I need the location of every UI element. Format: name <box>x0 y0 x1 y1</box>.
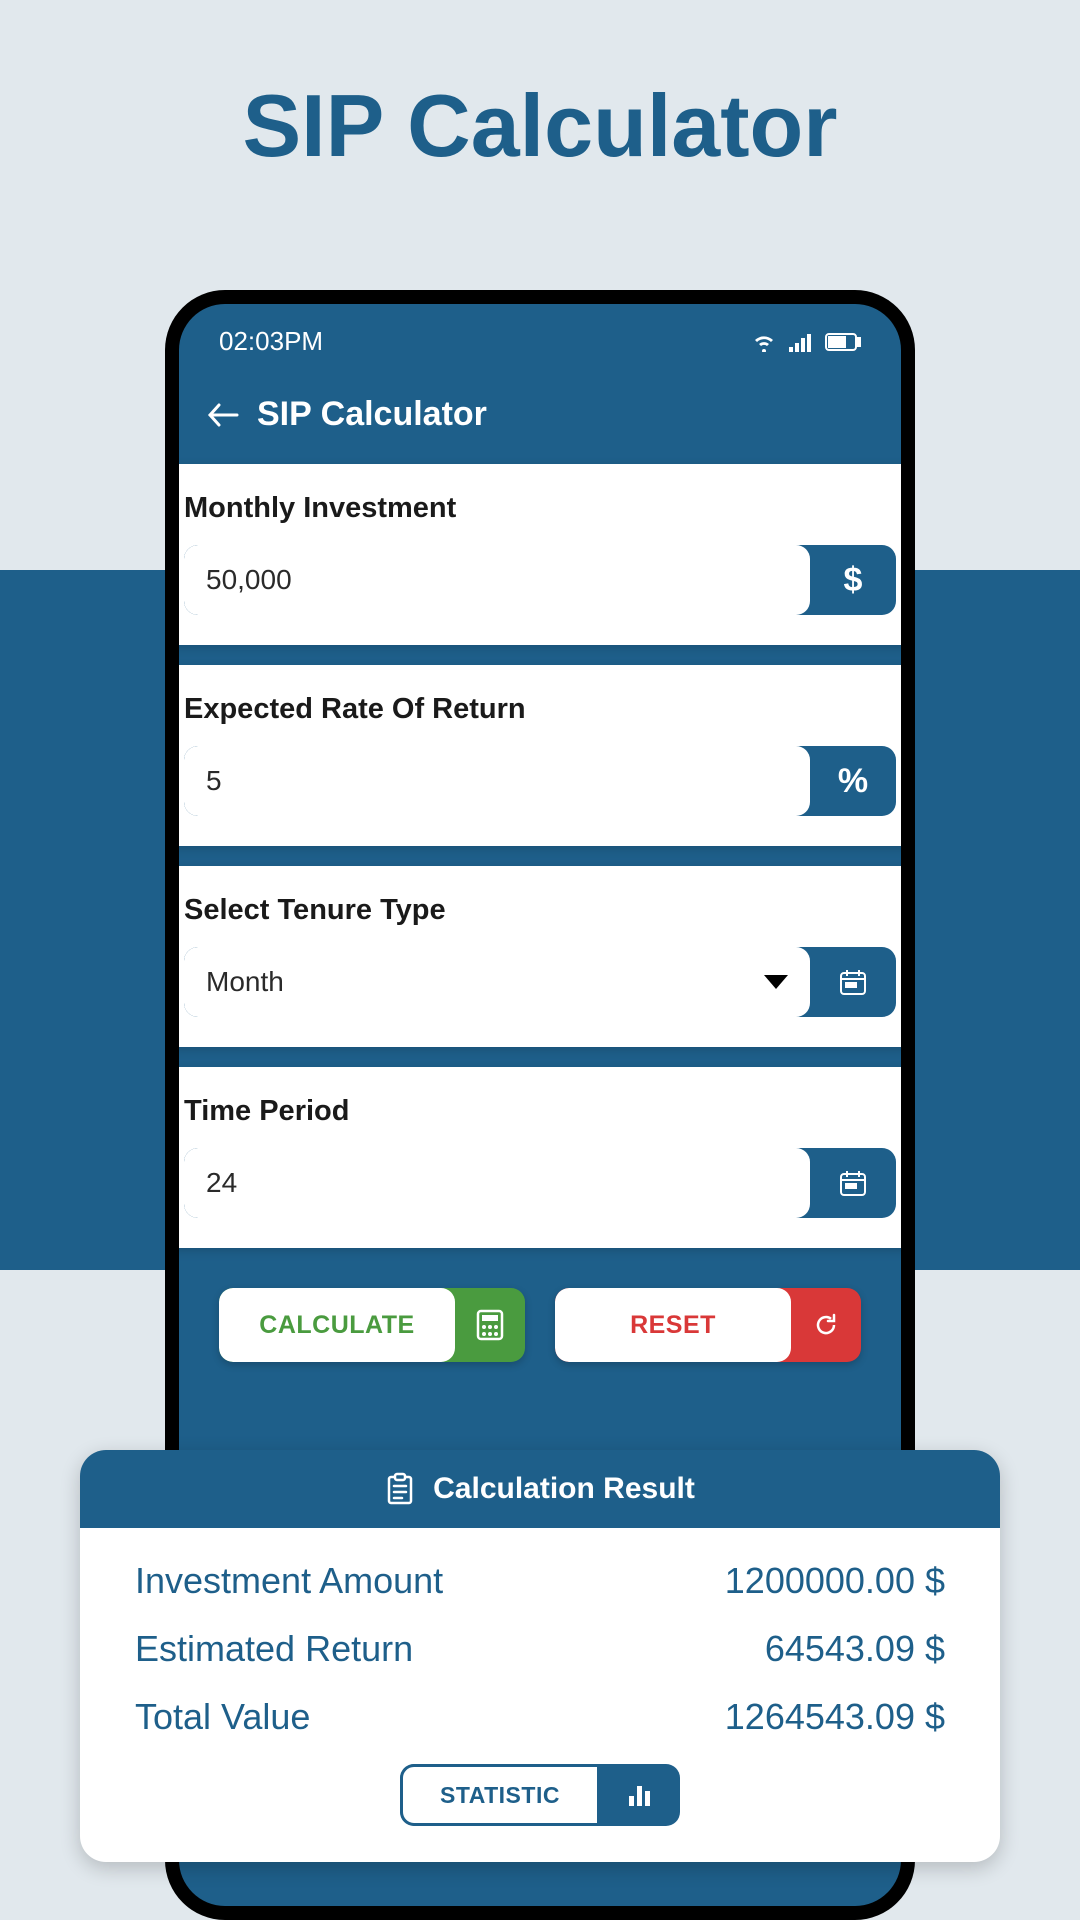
input-row-tenure-type: Month <box>184 947 896 1017</box>
clipboard-icon <box>385 1472 415 1506</box>
input-row-monthly-investment: $ <box>184 545 896 615</box>
result-panel: Calculation Result Investment Amount 120… <box>80 1450 1000 1862</box>
chevron-down-icon <box>764 975 788 989</box>
select-tenure-value: Month <box>206 966 284 998</box>
result-row-return: Estimated Return 64543.09 $ <box>135 1628 945 1670</box>
wifi-icon <box>751 332 777 352</box>
reset-icon <box>791 1311 861 1339</box>
input-monthly-investment[interactable] <box>184 545 810 615</box>
result-header: Calculation Result <box>80 1450 1000 1528</box>
app-header-title: SIP Calculator <box>257 395 487 434</box>
bar-chart-icon <box>600 1764 680 1826</box>
label-tenure-type: Select Tenure Type <box>184 894 896 927</box>
result-label-total: Total Value <box>135 1696 310 1738</box>
result-value-return: 64543.09 $ <box>765 1628 945 1670</box>
result-body: Investment Amount 1200000.00 $ Estimated… <box>80 1528 1000 1862</box>
select-tenure-type[interactable]: Month <box>184 947 810 1017</box>
action-row: CALCULATE RESET <box>179 1268 901 1362</box>
status-time: 02:03PM <box>219 326 323 357</box>
page-title: SIP Calculator <box>0 75 1080 177</box>
card-tenure-type: Select Tenure Type Month <box>179 866 901 1047</box>
input-row-time-period <box>184 1148 896 1218</box>
input-rate-of-return[interactable] <box>184 746 810 816</box>
back-arrow-icon[interactable] <box>207 401 239 429</box>
calendar-icon[interactable] <box>810 1148 896 1218</box>
result-row-total: Total Value 1264543.09 $ <box>135 1696 945 1738</box>
reset-button-label: RESET <box>555 1288 791 1362</box>
result-value-total: 1264543.09 $ <box>725 1696 945 1738</box>
status-bar: 02:03PM <box>179 304 901 375</box>
result-label-investment: Investment Amount <box>135 1560 443 1602</box>
result-label-return: Estimated Return <box>135 1628 413 1670</box>
calculate-button[interactable]: CALCULATE <box>219 1288 525 1362</box>
reset-button[interactable]: RESET <box>555 1288 861 1362</box>
status-icons <box>751 332 861 352</box>
label-time-period: Time Period <box>184 1095 896 1128</box>
signal-icon <box>789 332 813 352</box>
calculate-button-label: CALCULATE <box>219 1288 455 1362</box>
card-rate-of-return: Expected Rate Of Return % <box>179 665 901 846</box>
calendar-icon[interactable] <box>810 947 896 1017</box>
battery-icon <box>825 333 861 351</box>
statistic-button[interactable]: STATISTIC <box>400 1764 680 1826</box>
statistic-button-label: STATISTIC <box>400 1764 600 1826</box>
card-monthly-investment: Monthly Investment $ <box>179 464 901 645</box>
card-time-period: Time Period <box>179 1067 901 1248</box>
label-monthly-investment: Monthly Investment <box>184 492 896 525</box>
input-row-rate-of-return: % <box>184 746 896 816</box>
percent-suffix-icon: % <box>810 746 896 816</box>
currency-suffix-icon: $ <box>810 545 896 615</box>
result-row-investment: Investment Amount 1200000.00 $ <box>135 1560 945 1602</box>
app-header: SIP Calculator <box>179 375 901 464</box>
calculator-icon <box>455 1309 525 1341</box>
label-rate-of-return: Expected Rate Of Return <box>184 693 896 726</box>
result-title: Calculation Result <box>433 1472 695 1506</box>
result-value-investment: 1200000.00 $ <box>725 1560 945 1602</box>
input-time-period[interactable] <box>184 1148 810 1218</box>
